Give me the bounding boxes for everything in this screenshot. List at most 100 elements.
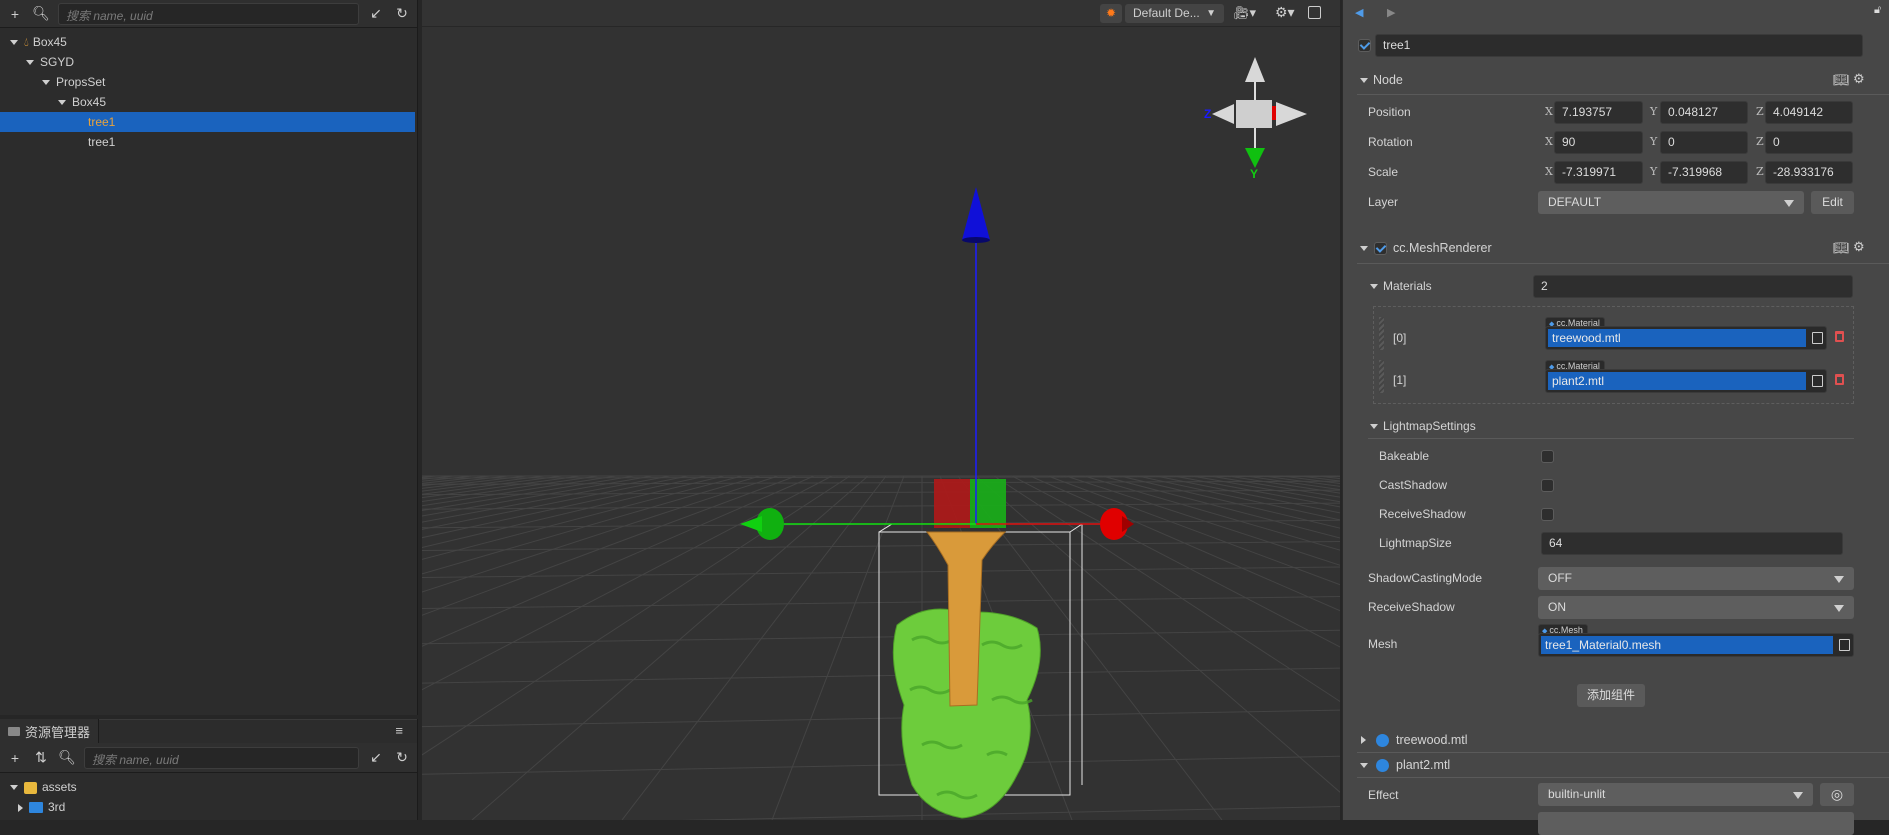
position-z-input[interactable]: 4.049142 [1765, 101, 1853, 124]
asset-item-3rd[interactable]: 3rd [0, 797, 417, 817]
scale-x-input[interactable]: -7.319971 [1554, 161, 1643, 184]
scene-canvas[interactable]: Z Y [422, 0, 1340, 820]
material-1-field[interactable]: plant2.mtl [1545, 369, 1827, 393]
expand-caret-icon[interactable] [18, 803, 23, 812]
refresh-icon[interactable]: ↻ [393, 5, 411, 22]
meshrenderer-enabled-checkbox[interactable] [1374, 242, 1387, 255]
collapse-caret-icon[interactable] [1370, 424, 1378, 429]
trash-icon[interactable] [1835, 374, 1844, 385]
cast-shadow-checkbox[interactable] [1541, 479, 1554, 492]
grid-line [471, 475, 869, 820]
collapse-all-icon[interactable]: ↙ [367, 749, 385, 766]
tree-item-box45[interactable]: Box45 [0, 92, 417, 112]
menu-icon[interactable]: ≡ [395, 723, 403, 738]
collapse-caret-icon[interactable] [1360, 78, 1368, 83]
material-0-field[interactable]: treewood.mtl [1545, 326, 1827, 350]
search-filter-icon[interactable]: 🔍︎ [58, 749, 76, 766]
lock-icon[interactable]: 🔓︎ [1874, 4, 1881, 17]
asset-picker-icon[interactable] [1812, 332, 1823, 344]
add-icon[interactable]: + [6, 6, 24, 22]
collapse-all-icon[interactable]: ↙ [367, 5, 385, 22]
refresh-icon[interactable]: ↻ [393, 749, 411, 766]
bakeable-label: Bakeable [1379, 449, 1430, 463]
assets-search-input[interactable]: 搜索 name, uuid [84, 746, 359, 769]
help-book-icon[interactable]: 📖︎ [1833, 72, 1850, 88]
help-book-icon[interactable]: 📖︎ [1833, 240, 1850, 256]
trash-icon[interactable] [1835, 331, 1844, 342]
locate-effect-button[interactable]: ◎ [1820, 783, 1854, 806]
asset-picker-icon[interactable] [1812, 375, 1823, 387]
shadow-casting-mode-dropdown[interactable]: OFF [1538, 567, 1854, 590]
asset-item-label: assets [42, 780, 77, 794]
materials-count-input[interactable]: 2 [1533, 275, 1853, 298]
scale-y-input[interactable]: -7.319968 [1660, 161, 1748, 184]
receive-shadow-label: ReceiveShadow [1368, 600, 1455, 614]
effect-dropdown[interactable]: builtin-unlit [1538, 783, 1813, 806]
tree-item-propsset[interactable]: PropsSet [0, 72, 417, 92]
axis-y-label: Y [1650, 105, 1658, 118]
grid-line [422, 596, 1340, 610]
drag-handle[interactable] [1379, 360, 1384, 393]
lightmap-size-input[interactable]: 64 [1541, 532, 1843, 555]
search-filter-icon[interactable]: 🔍︎ [32, 5, 50, 22]
asset-item-assets[interactable]: assets [0, 777, 417, 797]
forward-arrow-icon[interactable]: ▶ [1387, 6, 1395, 19]
position-x-input[interactable]: 7.193757 [1554, 101, 1643, 124]
lightmap-receive-shadow-checkbox[interactable] [1541, 508, 1554, 521]
mesh-label: Mesh [1368, 637, 1398, 651]
expand-caret-icon[interactable] [58, 100, 66, 106]
drag-handle[interactable] [1379, 317, 1384, 350]
layout-icon[interactable] [1308, 6, 1321, 19]
expand-caret-icon[interactable] [1361, 736, 1366, 744]
layer-dropdown[interactable]: DEFAULT [1538, 191, 1804, 214]
collapse-caret-icon[interactable] [1360, 763, 1368, 768]
gear-icon[interactable]: ⚙▾ [1275, 4, 1295, 21]
expand-caret-icon[interactable] [10, 785, 18, 791]
tree-item-box45-root[interactable]: 💧︎ Box45 [0, 32, 417, 52]
material-section-title[interactable]: plant2.mtl [1396, 758, 1450, 772]
expand-caret-icon[interactable] [10, 40, 18, 46]
collapse-caret-icon[interactable] [1360, 246, 1368, 251]
add-icon[interactable]: + [6, 750, 24, 766]
hierarchy-tree: 💧︎ Box45 SGYD PropsSet Box45 tree1 tree1 [0, 28, 417, 152]
gear-icon[interactable]: ⚙ [1853, 239, 1865, 255]
scale-z-input[interactable]: -28.933176 [1765, 161, 1853, 184]
prefab-drop-icon: 💧︎ [24, 35, 29, 49]
orientation-gizmo[interactable] [1212, 57, 1307, 168]
technique-dropdown[interactable] [1538, 812, 1854, 835]
material-section-title[interactable]: treewood.mtl [1396, 733, 1468, 747]
rotation-y-input[interactable]: 0 [1660, 131, 1748, 154]
tree-item-label: PropsSet [56, 75, 106, 89]
hierarchy-panel: + 🔍︎ 搜索 name, uuid ↙ ↻ 💧︎ Box45 SGYD Prop… [0, 0, 418, 715]
layer-edit-button[interactable]: Edit [1811, 191, 1854, 214]
back-arrow-icon[interactable]: ◀ [1355, 6, 1363, 19]
grid-line [1191, 475, 1340, 503]
gear-icon[interactable]: ⚙ [1853, 71, 1865, 87]
lighting-toggle-icon[interactable]: ✹ [1100, 4, 1122, 23]
tree-item-label: Box45 [72, 95, 107, 109]
rotation-x-input[interactable]: 90 [1554, 131, 1643, 154]
receive-shadow-dropdown[interactable]: ON [1538, 596, 1854, 619]
camera-dropdown[interactable]: Default De... ▼ [1125, 4, 1224, 23]
add-component-button[interactable]: 添加组件 [1577, 684, 1645, 707]
asset-item-label: 3rd [48, 800, 66, 814]
tree-item-tree1-selected[interactable]: tree1 [0, 112, 415, 132]
scene-viewport[interactable]: Z Y ✹ Default De... ▼ 🎥︎▾ ⚙▾ [422, 0, 1340, 820]
tree-item-tree1[interactable]: tree1 [0, 132, 417, 152]
node-active-checkbox[interactable] [1358, 39, 1371, 52]
collapse-caret-icon[interactable] [1370, 284, 1378, 289]
expand-caret-icon[interactable] [42, 80, 50, 86]
tree-item-sgyd[interactable]: SGYD [0, 52, 417, 72]
mesh-field[interactable]: tree1_Material0.mesh [1538, 633, 1854, 657]
bakeable-checkbox[interactable] [1541, 450, 1554, 463]
chevron-down-icon [1784, 200, 1794, 207]
asset-picker-icon[interactable] [1839, 639, 1850, 651]
camera-icon[interactable]: 🎥︎▾ [1233, 5, 1256, 21]
rotation-z-input[interactable]: 0 [1765, 131, 1853, 154]
expand-caret-icon[interactable] [26, 60, 34, 66]
sort-icon[interactable]: ⇅ [32, 749, 50, 766]
position-y-input[interactable]: 0.048127 [1660, 101, 1748, 124]
hierarchy-search-input[interactable]: 搜索 name, uuid [58, 2, 359, 25]
tab-assets[interactable]: 资源管理器 [0, 719, 100, 743]
node-name-input[interactable]: tree1 [1375, 34, 1863, 57]
